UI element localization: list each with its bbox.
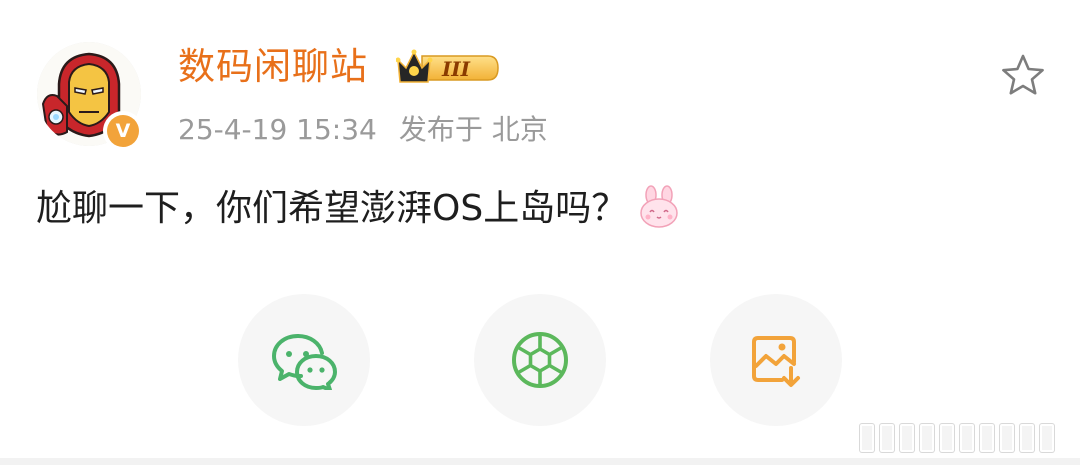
- watermark-mark: [940, 424, 954, 452]
- vip-level-label: III: [441, 57, 471, 81]
- watermark-mark: [960, 424, 974, 452]
- star-icon: [1002, 54, 1044, 95]
- watermark-mark: [900, 424, 914, 452]
- vip-badge[interactable]: III: [396, 48, 500, 88]
- watermark-mark: [920, 424, 934, 452]
- watermark-mark: [860, 424, 874, 452]
- bottom-divider: [0, 458, 1080, 465]
- verified-v-badge-icon: V: [107, 115, 139, 147]
- watermark-mark: [1000, 424, 1014, 452]
- watermark-mark: [980, 424, 994, 452]
- watermark-mark: [880, 424, 894, 452]
- verified-letter: V: [115, 119, 131, 142]
- bunny-emoji-icon: [637, 185, 681, 229]
- save-image-button[interactable]: [710, 294, 842, 426]
- favorite-button[interactable]: [1000, 53, 1046, 97]
- moments-icon: [512, 332, 568, 388]
- location-prefix: 发布于: [398, 113, 483, 146]
- share-wechat-button[interactable]: [238, 294, 370, 426]
- share-moments-button[interactable]: [474, 294, 606, 426]
- wechat-icon: [272, 334, 337, 390]
- author-name[interactable]: 数码闲聊站: [178, 43, 368, 91]
- post-meta: 25-4-19 15:34 发布于 北京: [178, 111, 548, 149]
- post-text-row: 尬聊一下，你们希望澎湃OS上岛吗？: [36, 183, 681, 235]
- save-image-icon: [752, 336, 800, 387]
- watermark: [860, 423, 1070, 453]
- watermark-mark: [1020, 424, 1034, 452]
- post-location: 北京: [491, 113, 548, 146]
- watermark-mark: [1040, 424, 1054, 452]
- verified-badge: V: [103, 111, 143, 151]
- crown-vip-badge-icon: III: [396, 49, 499, 83]
- post-timestamp: 25-4-19 15:34: [178, 113, 377, 146]
- post-text: 尬聊一下，你们希望澎湃OS上岛吗？: [36, 188, 628, 229]
